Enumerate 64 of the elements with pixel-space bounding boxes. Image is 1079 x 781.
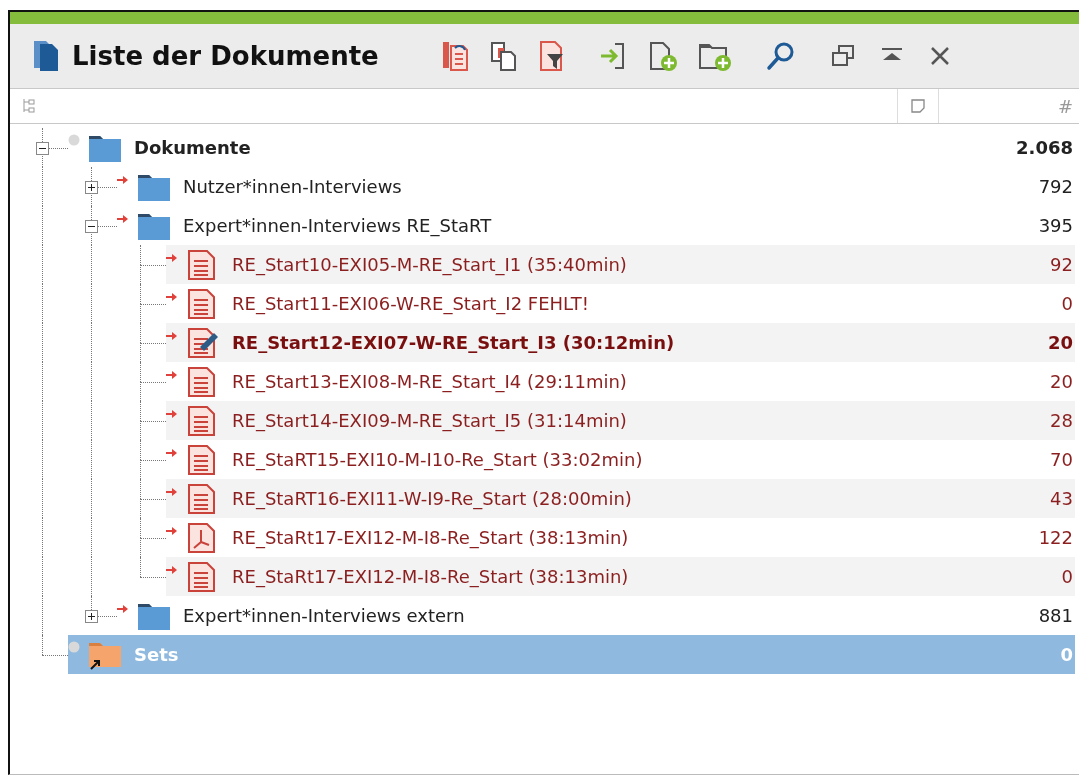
expand-toggle[interactable] [85,181,98,194]
tree-item-label: RE_StaRT16-EXI11-W-I9-Re_Start (28:00min) [232,488,632,509]
tree-item-label: RE_StaRT15-EXI10-M-I10-Re_Start (33:02min) [232,449,643,470]
arrow-icon [166,526,178,536]
memo-icon[interactable] [910,98,926,114]
count-cell: 395 [1038,215,1073,236]
tree-row[interactable]: RE_StaRT16-EXI11-W-I9-Re_Start (28:00min) 43 [166,479,1075,518]
arrow-icon [166,331,178,341]
tree-row[interactable]: Dokumente 2.068 [68,128,1075,167]
count-cell: 0 [1061,293,1073,314]
expand-toggle[interactable] [36,142,49,155]
tree-row[interactable]: Nutzer*innen-Interviews 792 [117,167,1075,206]
expand-toggle[interactable] [85,220,98,233]
tree-item-label: RE_Start11-EXI06-W-RE_Start_I2 FEHLT! [232,293,589,314]
arrow-icon [166,292,178,302]
tree-item-label: Expert*innen-Interviews extern [183,605,465,626]
tree-row[interactable]: RE_Start11-EXI06-W-RE_Start_I2 FEHLT! 0 [166,284,1075,323]
tree-row[interactable]: Expert*innen-Interviews RE_StaRT 395 [117,206,1075,245]
status-dot-icon [68,641,80,653]
tree-item-label: Dokumente [134,137,251,158]
tree-item-label: RE_StaRt17-EXI12-M-I8-Re_Start (38:13min) [232,566,629,587]
tree-item-label: Expert*innen-Interviews RE_StaRT [183,215,492,236]
arrow-icon [117,604,129,614]
arrow-icon [117,175,129,185]
tree-row[interactable]: Expert*innen-Interviews extern 881 [117,596,1075,635]
panel-title: Liste der Dokumente [72,41,379,71]
tree-row[interactable]: RE_Start12-EXI07-W-RE_Start_I3 (30:12min) 20 [166,323,1075,362]
arrow-icon [166,448,178,458]
copy-icon[interactable] [488,40,519,72]
count-cell: 0 [1061,566,1073,587]
tree-row[interactable]: RE_StaRT15-EXI10-M-I10-Re_Start (33:02min) 70 [166,440,1075,479]
tree-item-label: Nutzer*innen-Interviews [183,176,402,197]
count-cell: 70 [1050,449,1073,470]
expand-toggle[interactable] [85,610,98,623]
arrow-icon [166,253,178,263]
tree-row[interactable]: RE_StaRt17-EXI12-M-I8-Re_Start (38:13min) 122 [166,518,1075,557]
count-cell: 0 [1060,644,1073,665]
arrow-icon [166,370,178,380]
count-cell: 792 [1038,176,1073,197]
count-cell: 2.068 [1016,137,1073,158]
count-cell: 28 [1050,410,1073,431]
count-cell: 43 [1050,488,1073,509]
tree-item-label: RE_Start10-EXI05-M-RE_Start_I1 (35:40min) [232,254,627,275]
arrow-icon [166,409,178,419]
arrow-icon [166,487,178,497]
tree-row[interactable]: RE_Start14-EXI09-M-RE_Start_I5 (31:14min) 28 [166,401,1075,440]
status-dot-icon [68,134,80,146]
count-cell: 20 [1050,371,1073,392]
tree-item-label: RE_StaRt17-EXI12-M-I8-Re_Start (38:13min) [232,527,629,548]
tree-row[interactable]: RE_Start10-EXI05-M-RE_Start_I1 (35:40min) 92 [166,245,1075,284]
tree-row[interactable]: RE_Start13-EXI08-M-RE_Start_I4 (29:11min) 20 [166,362,1075,401]
paste-icon[interactable] [440,40,471,72]
count-cell: 881 [1038,605,1073,626]
tree-row[interactable]: RE_StaRt17-EXI12-M-I8-Re_Start (38:13min) 0 [166,557,1075,596]
tree-item-label: Sets [134,644,179,665]
count-cell: 20 [1047,332,1073,353]
arrow-icon [117,214,129,224]
count-cell: 122 [1038,527,1073,548]
arrow-icon [166,565,178,575]
documents-icon [32,40,60,72]
tree-item-label: RE_Start13-EXI08-M-RE_Start_I4 (29:11min) [232,371,627,392]
tree-item-label: RE_Start12-EXI07-W-RE_Start_I3 (30:12min) [232,332,675,353]
tree-item-label: RE_Start14-EXI09-M-RE_Start_I5 (31:14min) [232,410,627,431]
count-cell: 92 [1050,254,1073,275]
